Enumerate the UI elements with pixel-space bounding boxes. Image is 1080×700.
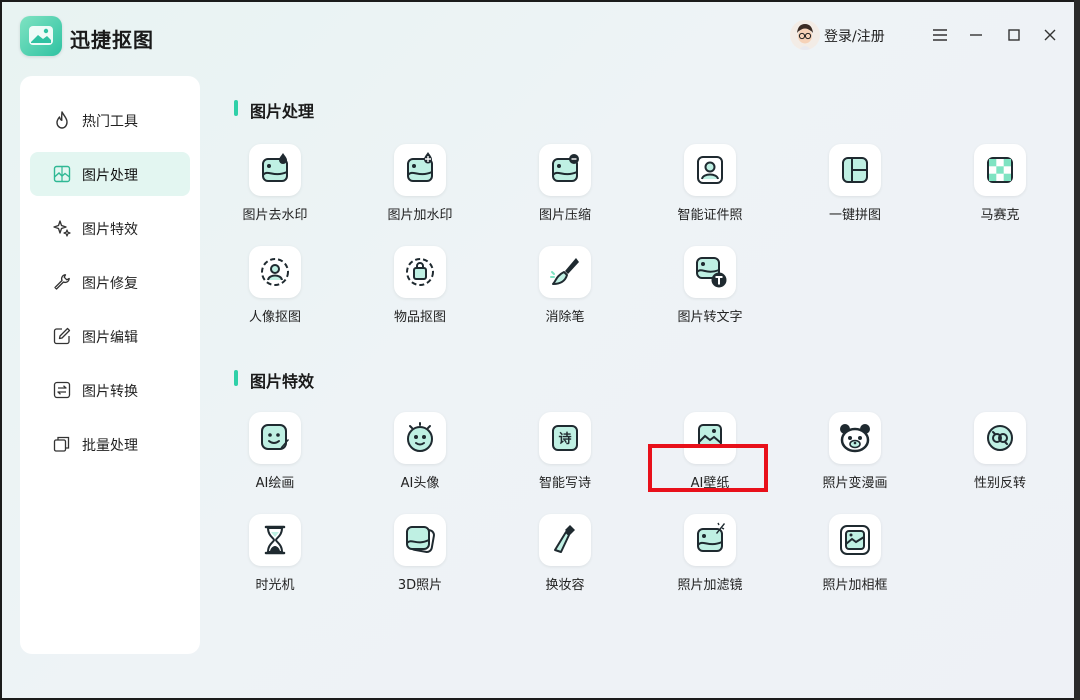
minimize-icon[interactable] <box>963 22 989 48</box>
sidebar-item-label: 图片转换 <box>82 384 138 400</box>
highlight-box <box>648 444 768 492</box>
user-avatar[interactable] <box>790 20 820 50</box>
sidebar-item-image-convert[interactable]: 图片转换 <box>30 368 190 412</box>
sidebar-item-label: 图片修复 <box>82 276 138 292</box>
tool-ai-paint[interactable]: AI绘画 <box>215 412 335 502</box>
menu-icon[interactable] <box>927 22 953 48</box>
tool-compress[interactable]: 图片压缩 <box>505 144 625 234</box>
filter-icon <box>697 522 725 552</box>
tool-label: 消除笔 <box>545 310 585 325</box>
frame-icon <box>840 525 870 555</box>
tool-time-machine[interactable]: 时光机 <box>215 514 335 604</box>
tool-ai-avatar[interactable]: AI头像 <box>360 412 480 502</box>
3d-photo-icon <box>406 526 435 553</box>
tool-label: 人像抠图 <box>248 310 301 325</box>
maximize-icon[interactable] <box>1001 22 1027 48</box>
tool-photo-frame[interactable]: 照片加相框 <box>795 514 915 604</box>
login-register-link[interactable]: 登录/注册 <box>824 26 885 46</box>
tool-label: 照片加滤镜 <box>677 578 743 593</box>
sidebar-item-image-repair[interactable]: 图片修复 <box>30 260 190 304</box>
tool-label: 物品抠图 <box>393 310 446 325</box>
sidebar-item-image-effects[interactable]: 图片特效 <box>30 206 190 250</box>
sidebar-item-batch-process[interactable]: 批量处理 <box>30 422 190 466</box>
mosaic-icon <box>987 157 1013 183</box>
section-title-text: 图片处理 <box>250 102 315 121</box>
tool-collage[interactable]: 一键拼图 <box>795 144 915 234</box>
sidebar-item-hot-tools[interactable]: 热门工具 <box>30 98 190 142</box>
sidebar-item-label: 图片编辑 <box>82 330 138 346</box>
add-watermark-icon <box>407 152 433 182</box>
sidebar-item-image-edit[interactable]: 图片编辑 <box>30 314 190 358</box>
app-title: 迅捷抠图 <box>70 28 154 52</box>
tool-label: AI绘画 <box>255 476 295 491</box>
tool-3d-photo[interactable]: 3D照片 <box>360 514 480 604</box>
wrench-icon <box>54 274 70 290</box>
tool-label: 3D照片 <box>397 578 443 593</box>
tool-object-cutout[interactable]: 物品抠图 <box>360 246 480 336</box>
close-icon[interactable] <box>1037 22 1063 48</box>
image-to-text-icon <box>696 257 727 288</box>
sidebar-item-label: 图片处理 <box>82 168 138 184</box>
tool-remove-watermark[interactable]: 图片去水印 <box>215 144 335 234</box>
tool-label: 照片加相框 <box>822 578 888 593</box>
app-window: 迅捷抠图 登录/注册 热门工具 图片处理 图片特效 图片修复 图片编辑 图片转换… <box>2 2 1074 698</box>
tool-label: 时光机 <box>255 578 295 593</box>
tool-label: 图片转文字 <box>677 310 743 325</box>
tool-label: 换妆容 <box>545 578 585 593</box>
tool-label: 照片变漫画 <box>822 476 888 491</box>
sparkle-icon <box>53 220 71 237</box>
tool-label: 马赛克 <box>980 208 1020 223</box>
sidebar: 热门工具 图片处理 图片特效 图片修复 图片编辑 图片转换 批量处理 <box>20 76 200 654</box>
ai-paint-icon <box>261 424 289 450</box>
hourglass-icon <box>264 525 286 555</box>
collage-icon <box>842 157 868 183</box>
tool-label: 图片压缩 <box>538 208 591 223</box>
tool-eraser-brush[interactable]: 消除笔 <box>505 246 625 336</box>
tool-label: 图片加水印 <box>387 208 453 223</box>
edit-icon <box>53 327 71 345</box>
gender-swap-icon <box>987 425 1013 451</box>
batch-icon <box>53 436 70 452</box>
section-title-text: 图片特效 <box>250 372 315 391</box>
tool-photo-to-cartoon[interactable]: 照片变漫画 <box>795 412 915 502</box>
section-accent-bar <box>234 100 238 116</box>
ai-avatar-icon <box>407 422 433 452</box>
tool-label: 智能证件照 <box>677 208 743 223</box>
sidebar-item-image-process[interactable]: 图片处理 <box>30 152 190 196</box>
tool-id-photo[interactable]: 智能证件照 <box>650 144 770 234</box>
tool-label: AI头像 <box>400 476 440 491</box>
section-accent-bar <box>234 370 238 386</box>
eraser-brush-icon <box>550 258 579 285</box>
id-photo-icon <box>697 156 723 184</box>
tool-label: 图片去水印 <box>242 208 308 223</box>
sidebar-item-label: 批量处理 <box>82 438 138 454</box>
tool-makeup[interactable]: 换妆容 <box>505 514 625 604</box>
image-process-icon <box>53 165 71 183</box>
makeup-icon <box>554 525 575 553</box>
tool-smart-poem[interactable]: 诗 智能写诗 <box>505 412 625 502</box>
tool-label: 智能写诗 <box>538 476 591 491</box>
tool-label: 一键拼图 <box>828 208 881 223</box>
tool-portrait-cutout[interactable]: 人像抠图 <box>215 246 335 336</box>
tool-gender-swap[interactable]: 性别反转 <box>940 412 1060 502</box>
tool-label: 性别反转 <box>973 476 1026 491</box>
app-logo <box>20 16 62 56</box>
title-bar: 迅捷抠图 登录/注册 <box>2 2 1074 72</box>
window-edge <box>1074 0 1080 700</box>
tool-photo-filter[interactable]: 照片加滤镜 <box>650 514 770 604</box>
tool-image-to-text[interactable]: 图片转文字 <box>650 246 770 336</box>
tool-mosaic[interactable]: 马赛克 <box>940 144 1060 234</box>
remove-watermark-icon <box>262 153 288 182</box>
tool-add-watermark[interactable]: 图片加水印 <box>360 144 480 234</box>
compress-icon <box>552 154 579 182</box>
sidebar-item-label: 热门工具 <box>82 114 138 130</box>
svg-text:诗: 诗 <box>558 431 571 447</box>
sidebar-item-label: 图片特效 <box>82 222 138 238</box>
portrait-cutout-icon <box>261 258 289 286</box>
flame-icon <box>56 111 68 129</box>
convert-icon <box>53 381 71 399</box>
cartoon-icon <box>840 424 870 453</box>
poem-icon: 诗 <box>552 425 578 451</box>
object-cutout-icon <box>406 258 434 286</box>
